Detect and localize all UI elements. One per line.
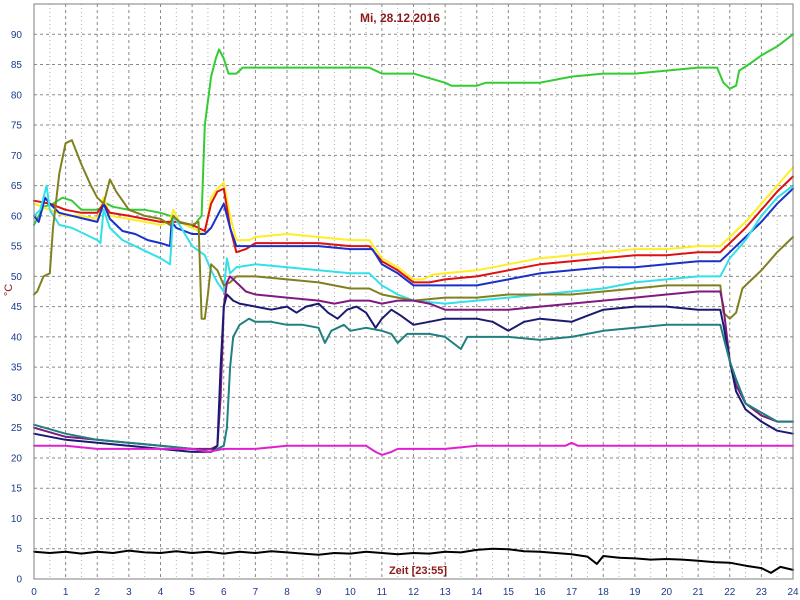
y-tick-label: 30	[11, 393, 23, 404]
y-tick-label: 80	[11, 90, 23, 101]
x-tick-label: 16	[534, 587, 546, 598]
y-tick-label: 5	[16, 544, 22, 555]
x-tick-label: 18	[598, 587, 610, 598]
x-tick-label: 13	[440, 587, 452, 598]
y-axis-title: °C	[3, 284, 15, 296]
x-tick-label: 9	[316, 587, 322, 598]
x-tick-label: 15	[503, 587, 515, 598]
x-tick-label: 3	[126, 587, 132, 598]
y-tick-label: 10	[11, 514, 23, 525]
y-tick-label: 20	[11, 453, 23, 464]
y-tick-label: 85	[11, 60, 23, 71]
x-tick-label: 20	[661, 587, 673, 598]
x-tick-label: 1	[63, 587, 69, 598]
x-tick-label: 11	[377, 587, 388, 598]
y-tick-label: 35	[11, 363, 23, 374]
x-tick-label: 0	[31, 587, 37, 598]
y-tick-label: 40	[11, 332, 23, 343]
x-tick-label: 10	[345, 587, 357, 598]
x-tick-label: 4	[158, 587, 164, 598]
y-tick-label: 75	[11, 121, 23, 132]
x-tick-label: 22	[724, 587, 736, 598]
x-tick-label: 17	[566, 587, 578, 598]
y-tick-label: 90	[11, 30, 23, 41]
x-tick-label: 23	[756, 587, 768, 598]
x-tick-label: 6	[221, 587, 227, 598]
x-tick-label: 12	[408, 587, 420, 598]
x-tick-label: 7	[253, 587, 259, 598]
x-tick-label: 2	[94, 587, 100, 598]
y-tick-label: 45	[11, 302, 23, 313]
y-tick-label: 60	[11, 211, 23, 222]
y-tick-label: 50	[11, 272, 23, 283]
y-tick-label: 0	[16, 575, 22, 586]
y-tick-label: 15	[11, 484, 23, 495]
x-tick-label: 24	[787, 587, 799, 598]
y-tick-label: 25	[11, 423, 23, 434]
x-tick-label: 21	[693, 587, 705, 598]
x-tick-label: 14	[471, 587, 483, 598]
x-tick-label: 5	[189, 587, 195, 598]
y-tick-label: 70	[11, 151, 23, 162]
x-tick-label: 8	[284, 587, 290, 598]
x-axis-title: Zeit [23:55]	[389, 565, 447, 577]
line-chart: 0 1 2 3 4 5 6 7 8 9 10 11 12 13 14 15 16 17 18 19 20 21 22 23 24…	[0, 0, 800, 600]
chart-title: Mi, 28.12.2016	[360, 11, 440, 25]
y-tick-label: 55	[11, 242, 23, 253]
y-tick-label: 65	[11, 181, 23, 192]
x-tick-label: 19	[629, 587, 641, 598]
